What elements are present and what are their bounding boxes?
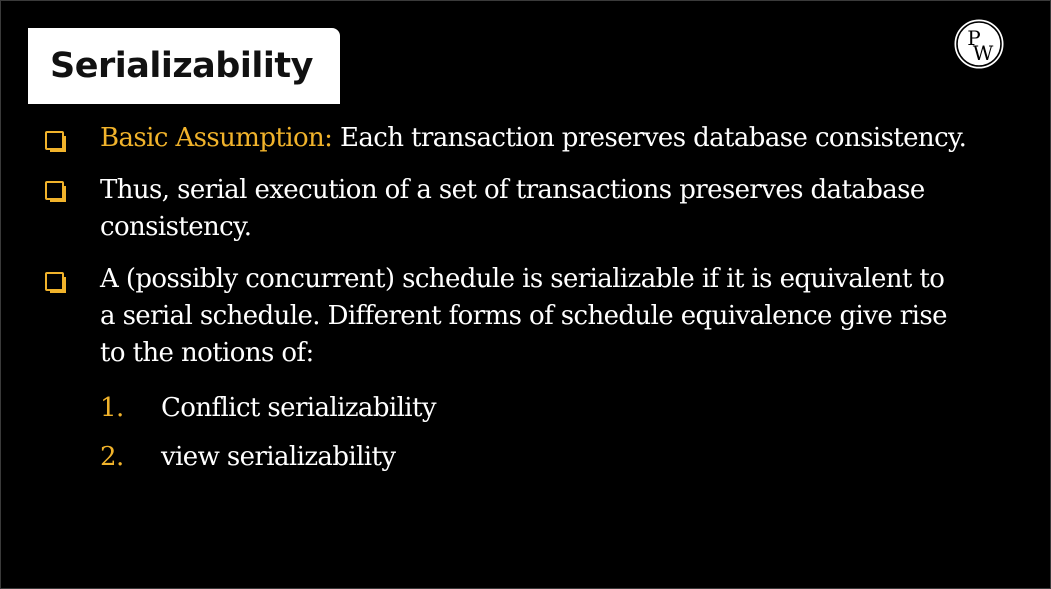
checkbox-bullet-icon bbox=[45, 272, 66, 293]
page-title: Serializability bbox=[50, 46, 313, 86]
bullet-1-highlight: Basic Assumption: bbox=[100, 123, 333, 153]
bullet-2-line-2: consistency. bbox=[100, 212, 252, 242]
bullet-1-text: Basic Assumption: Each transaction prese… bbox=[100, 120, 1040, 157]
numbered-item-1-text: Conflict serializability bbox=[161, 393, 437, 423]
checkbox-bullet-icon bbox=[45, 181, 66, 202]
slide: Serializability P W Basic Assumption: Ea… bbox=[0, 0, 1051, 589]
logo-letter-w: W bbox=[973, 41, 994, 65]
bullet-1-line-1: Each transaction preserves database cons… bbox=[340, 123, 967, 153]
bullet-2-line-1: Thus, serial execution of a set of trans… bbox=[100, 175, 925, 205]
numbered-item-1-num: 1. bbox=[100, 393, 124, 423]
bullet-3-line-2: a serial schedule. Different forms of sc… bbox=[100, 301, 947, 331]
title-box: Serializability bbox=[28, 28, 340, 104]
bullet-3-line-3: to the notions of: bbox=[100, 338, 314, 368]
pw-logo-icon: P W bbox=[952, 17, 1006, 71]
numbered-item-2-num: 2. bbox=[100, 442, 124, 472]
checkbox-bullet-icon bbox=[45, 131, 66, 152]
numbered-item-2-text: view serializability bbox=[161, 442, 396, 472]
bullet-3-line-1: A (possibly concurrent) schedule is seri… bbox=[100, 264, 945, 294]
bullet-3-text: A (possibly concurrent) schedule is seri… bbox=[100, 261, 1040, 372]
bullet-2-text: Thus, serial execution of a set of trans… bbox=[100, 172, 1040, 246]
